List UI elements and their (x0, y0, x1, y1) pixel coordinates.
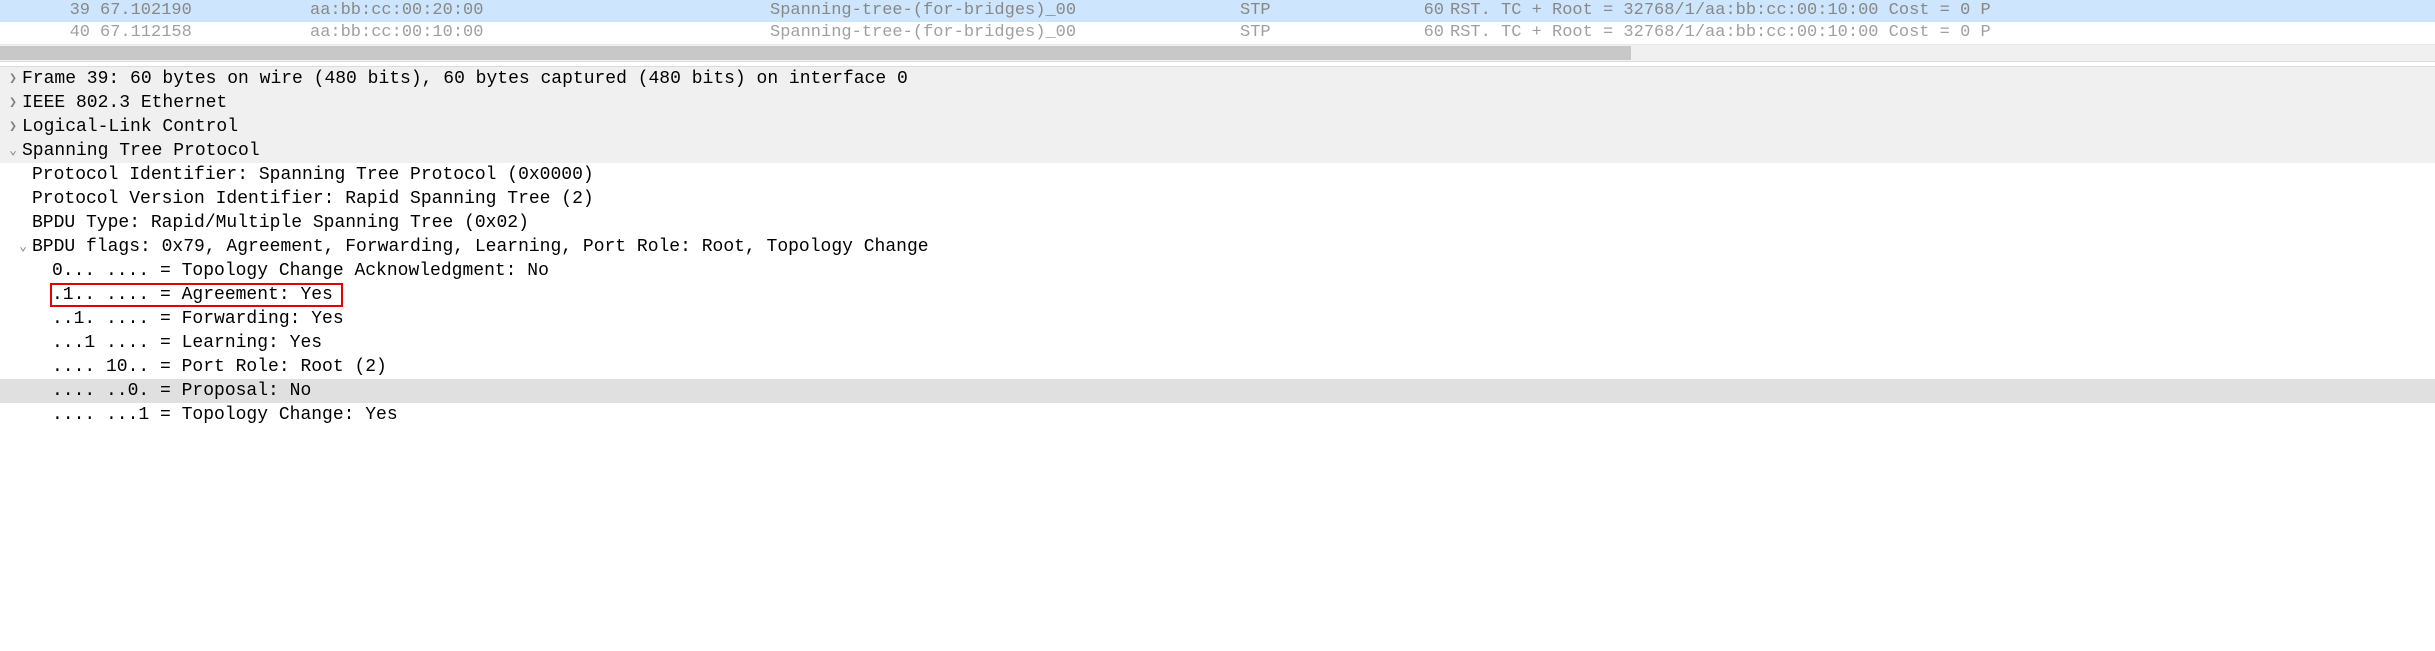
tree-stp[interactable]: ⌄ Spanning Tree Protocol (0, 139, 2435, 163)
col-protocol: STP (1240, 22, 1400, 44)
col-protocol: STP (1240, 0, 1400, 22)
flag-learning[interactable]: ...1 .... = Learning: Yes (0, 331, 2435, 355)
flag-agreement[interactable]: .1.. .... = Agreement: Yes (0, 283, 2435, 307)
tree-label: .1.. .... = Agreement: Yes (52, 283, 333, 307)
col-dest: Spanning-tree-(for-bridges)_00 (770, 22, 1240, 44)
tree-label: Spanning Tree Protocol (22, 139, 260, 163)
flag-tca[interactable]: 0... .... = Topology Change Acknowledgme… (0, 259, 2435, 283)
chevron-right-icon[interactable]: ❯ (4, 67, 22, 91)
col-length: 60 (1400, 22, 1450, 44)
tree-label: Logical-Link Control (22, 115, 238, 139)
col-info: RST. TC + Root = 32768/1/aa:bb:cc:00:10:… (1450, 22, 2435, 44)
packet-row[interactable]: 39 67.102190 aa:bb:cc:00:20:00 Spanning-… (0, 0, 2435, 22)
tree-label: 0... .... = Topology Change Acknowledgme… (4, 259, 549, 283)
col-info: RST. TC + Root = 32768/1/aa:bb:cc:00:10:… (1450, 0, 2435, 22)
tree-label: .... 10.. = Port Role: Root (2) (4, 355, 387, 379)
packet-row[interactable]: 40 67.112158 aa:bb:cc:00:10:00 Spanning-… (0, 22, 2435, 44)
tree-frame[interactable]: ❯ Frame 39: 60 bytes on wire (480 bits),… (0, 67, 2435, 91)
tree-label: IEEE 802.3 Ethernet (22, 91, 227, 115)
flag-proposal[interactable]: .... ..0. = Proposal: No (0, 379, 2435, 403)
tree-label: ...1 .... = Learning: Yes (4, 331, 322, 355)
tree-version-id[interactable]: Protocol Version Identifier: Rapid Spann… (0, 187, 2435, 211)
tree-label: .... ...1 = Topology Change: Yes (4, 403, 398, 427)
col-length: 60 (1400, 0, 1450, 22)
col-time: 67.102190 (100, 0, 310, 22)
chevron-right-icon[interactable]: ❯ (4, 115, 22, 139)
col-no: 39 (0, 0, 100, 22)
tree-label: .... ..0. = Proposal: No (4, 379, 311, 403)
col-source: aa:bb:cc:00:10:00 (310, 22, 770, 44)
col-time: 67.112158 (100, 22, 310, 44)
chevron-down-icon[interactable]: ⌄ (14, 235, 32, 259)
chevron-right-icon[interactable]: ❯ (4, 91, 22, 115)
scrollbar-thumb[interactable] (0, 46, 1631, 60)
tree-llc[interactable]: ❯ Logical-Link Control (0, 115, 2435, 139)
col-source: aa:bb:cc:00:20:00 (310, 0, 770, 22)
col-dest: Spanning-tree-(for-bridges)_00 (770, 0, 1240, 22)
tree-label: Protocol Version Identifier: Rapid Spann… (4, 187, 594, 211)
tree-label: Frame 39: 60 bytes on wire (480 bits), 6… (22, 67, 908, 91)
packet-details-tree[interactable]: ❯ Frame 39: 60 bytes on wire (480 bits),… (0, 67, 2435, 427)
highlight-box: .1.. .... = Agreement: Yes (50, 283, 343, 307)
horizontal-scrollbar[interactable] (0, 44, 2435, 61)
tree-ieee[interactable]: ❯ IEEE 802.3 Ethernet (0, 91, 2435, 115)
chevron-down-icon[interactable]: ⌄ (4, 139, 22, 163)
flag-topology-change[interactable]: .... ...1 = Topology Change: Yes (0, 403, 2435, 427)
tree-proto-id[interactable]: Protocol Identifier: Spanning Tree Proto… (0, 163, 2435, 187)
tree-bpdu-type[interactable]: BPDU Type: Rapid/Multiple Spanning Tree … (0, 211, 2435, 235)
tree-label: ..1. .... = Forwarding: Yes (4, 307, 344, 331)
flag-forwarding[interactable]: ..1. .... = Forwarding: Yes (0, 307, 2435, 331)
flag-port-role[interactable]: .... 10.. = Port Role: Root (2) (0, 355, 2435, 379)
col-no: 40 (0, 22, 100, 44)
tree-label: BPDU Type: Rapid/Multiple Spanning Tree … (4, 211, 529, 235)
tree-bpdu-flags[interactable]: ⌄ BPDU flags: 0x79, Agreement, Forwardin… (0, 235, 2435, 259)
packet-list[interactable]: 39 67.102190 aa:bb:cc:00:20:00 Spanning-… (0, 0, 2435, 44)
tree-label: Protocol Identifier: Spanning Tree Proto… (4, 163, 594, 187)
tree-label: BPDU flags: 0x79, Agreement, Forwarding,… (32, 235, 929, 259)
